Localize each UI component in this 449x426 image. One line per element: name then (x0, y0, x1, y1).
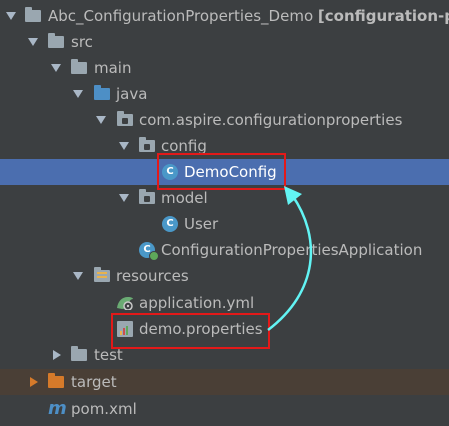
package-icon (116, 111, 134, 129)
tree-row-root[interactable]: Abc_ConfigurationProperties_Demo [config… (0, 3, 449, 29)
package-icon (138, 137, 156, 155)
tree-row-demo-properties[interactable]: demo.properties (0, 316, 449, 342)
collapse-arrow-icon[interactable] (26, 369, 40, 395)
java-class-icon: C (161, 163, 179, 181)
tree-row-config[interactable]: config (0, 133, 449, 159)
spring-application-icon: C (138, 241, 159, 261)
tree-row-java[interactable]: java (0, 81, 449, 107)
maven-icon: m (48, 398, 67, 419)
yaml-file-icon (116, 294, 134, 312)
tree-label-resources: resources (116, 267, 189, 285)
project-tree: Abc_ConfigurationProperties_Demo [config… (0, 0, 449, 426)
tree-row-user[interactable]: C User (0, 211, 449, 237)
expand-arrow-icon[interactable] (117, 133, 131, 159)
module-folder-icon (24, 7, 42, 25)
java-class-icon: C (161, 215, 179, 233)
excluded-folder-icon (47, 373, 65, 391)
tree-row-demo-config[interactable]: C DemoConfig (0, 159, 449, 185)
tree-row-target[interactable]: target (0, 369, 449, 395)
tree-label-config: config (161, 137, 207, 155)
tree-label-main: main (94, 59, 132, 77)
tree-row-model[interactable]: model (0, 185, 449, 211)
tree-row-main[interactable]: main (0, 55, 449, 81)
tree-label-package: com.aspire.configurationproperties (139, 111, 403, 129)
expand-arrow-icon[interactable] (71, 263, 85, 289)
tree-label-demo-properties: demo.properties (139, 320, 263, 338)
tree-row-package[interactable]: com.aspire.configurationproperties (0, 107, 449, 133)
properties-file-icon (116, 320, 134, 338)
expand-arrow-icon[interactable] (117, 185, 131, 211)
project-module: [configuration-pr (317, 7, 449, 25)
tree-label-application: ConfigurationPropertiesApplication (161, 241, 423, 259)
tree-row-application-yml[interactable]: application.yml (0, 290, 449, 316)
expand-arrow-icon[interactable] (4, 3, 18, 29)
package-icon (138, 189, 156, 207)
tree-label-user: User (184, 215, 219, 233)
tree-row-resources[interactable]: resources (0, 263, 449, 289)
tree-label-target: target (71, 373, 117, 391)
tree-label-java: java (116, 85, 148, 103)
tree-label-test: test (94, 346, 123, 364)
expand-arrow-icon[interactable] (94, 107, 108, 133)
tree-label-src: src (71, 33, 93, 51)
folder-icon (70, 346, 88, 364)
project-name: Abc_ConfigurationProperties_Demo (48, 7, 314, 25)
expand-arrow-icon[interactable] (26, 29, 40, 55)
folder-icon (47, 33, 65, 51)
expand-arrow-icon[interactable] (71, 81, 85, 107)
tree-row-src[interactable]: src (0, 29, 449, 55)
tree-row-pom[interactable]: m pom.xml (0, 396, 449, 422)
collapse-arrow-icon[interactable] (49, 342, 63, 368)
resources-folder-icon (93, 267, 111, 285)
folder-icon (70, 59, 88, 77)
tree-row-application[interactable]: C ConfigurationPropertiesApplication (0, 237, 449, 263)
tree-label-application-yml: application.yml (139, 294, 255, 312)
tree-label-pom: pom.xml (71, 400, 137, 418)
tree-label-model: model (161, 189, 208, 207)
tree-row-test[interactable]: test (0, 342, 449, 368)
expand-arrow-icon[interactable] (49, 55, 63, 81)
tree-label-demo-config: DemoConfig (184, 163, 277, 181)
source-folder-icon (93, 85, 111, 103)
